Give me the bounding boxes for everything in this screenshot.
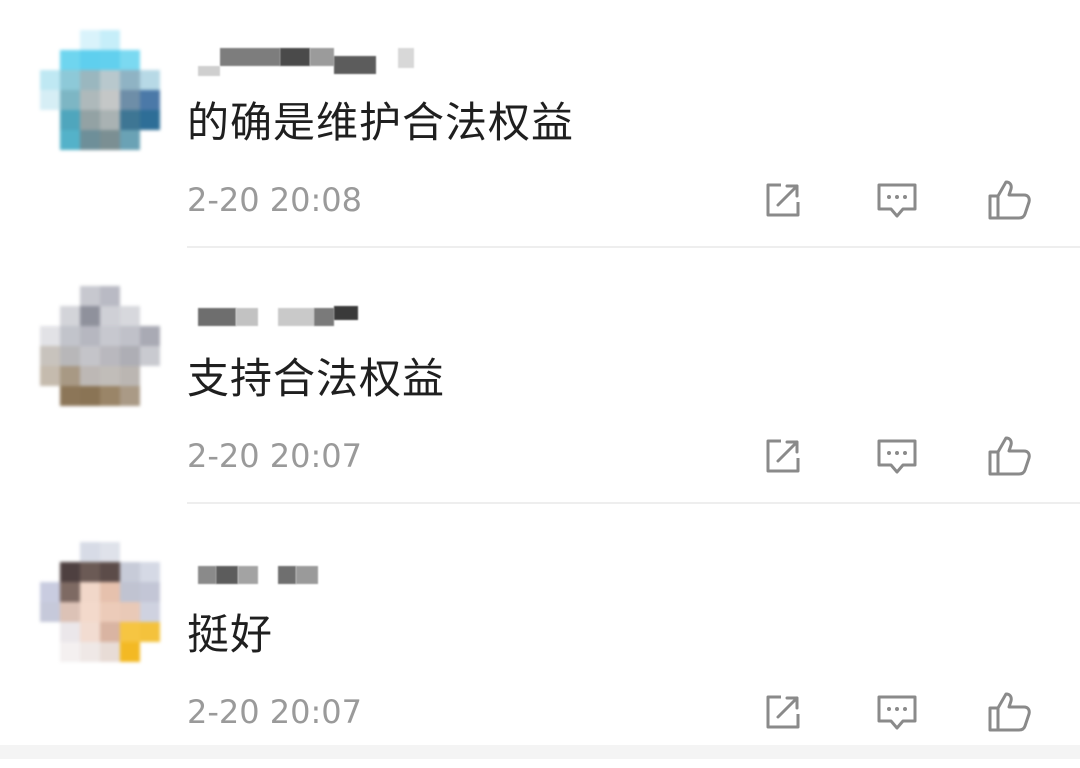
comment-timestamp: 2-20 20:07 xyxy=(187,437,363,475)
comment-icon xyxy=(877,439,917,474)
share-button[interactable] xyxy=(759,176,807,224)
reply-button[interactable] xyxy=(873,432,921,480)
comment-item: 支持合法权益 2-20 20:07 xyxy=(0,256,1080,512)
reply-button[interactable] xyxy=(873,176,921,224)
comment-timestamp: 2-20 20:07 xyxy=(187,693,363,731)
share-icon xyxy=(766,695,800,729)
username-redacted[interactable] xyxy=(198,560,418,596)
comment-icon xyxy=(877,183,917,218)
share-icon xyxy=(766,183,800,217)
thumbs-up-icon xyxy=(988,692,1031,732)
comment-icon xyxy=(877,695,917,730)
username-redacted[interactable] xyxy=(198,48,418,84)
like-button[interactable] xyxy=(986,176,1034,224)
comment-item: 挺好 2-20 20:07 xyxy=(0,512,1080,768)
divider xyxy=(187,246,1080,248)
share-button[interactable] xyxy=(759,688,807,736)
avatar[interactable] xyxy=(40,542,160,662)
reply-button[interactable] xyxy=(873,688,921,736)
like-button[interactable] xyxy=(986,688,1034,736)
comment-text: 支持合法权益 xyxy=(187,354,446,403)
comment-item: 的确是维护合法权益 2-20 20:08 xyxy=(0,0,1080,256)
bottom-divider-strip xyxy=(0,745,1080,759)
username-redacted[interactable] xyxy=(198,304,418,340)
avatar[interactable] xyxy=(40,30,160,150)
share-button[interactable] xyxy=(759,432,807,480)
comment-text: 的确是维护合法权益 xyxy=(187,98,575,147)
thumbs-up-icon xyxy=(988,436,1031,476)
like-button[interactable] xyxy=(986,432,1034,480)
avatar[interactable] xyxy=(40,286,160,406)
comment-text: 挺好 xyxy=(187,610,274,659)
share-icon xyxy=(766,439,800,473)
thumbs-up-icon xyxy=(988,180,1031,220)
divider xyxy=(187,502,1080,504)
comment-timestamp: 2-20 20:08 xyxy=(187,181,363,219)
